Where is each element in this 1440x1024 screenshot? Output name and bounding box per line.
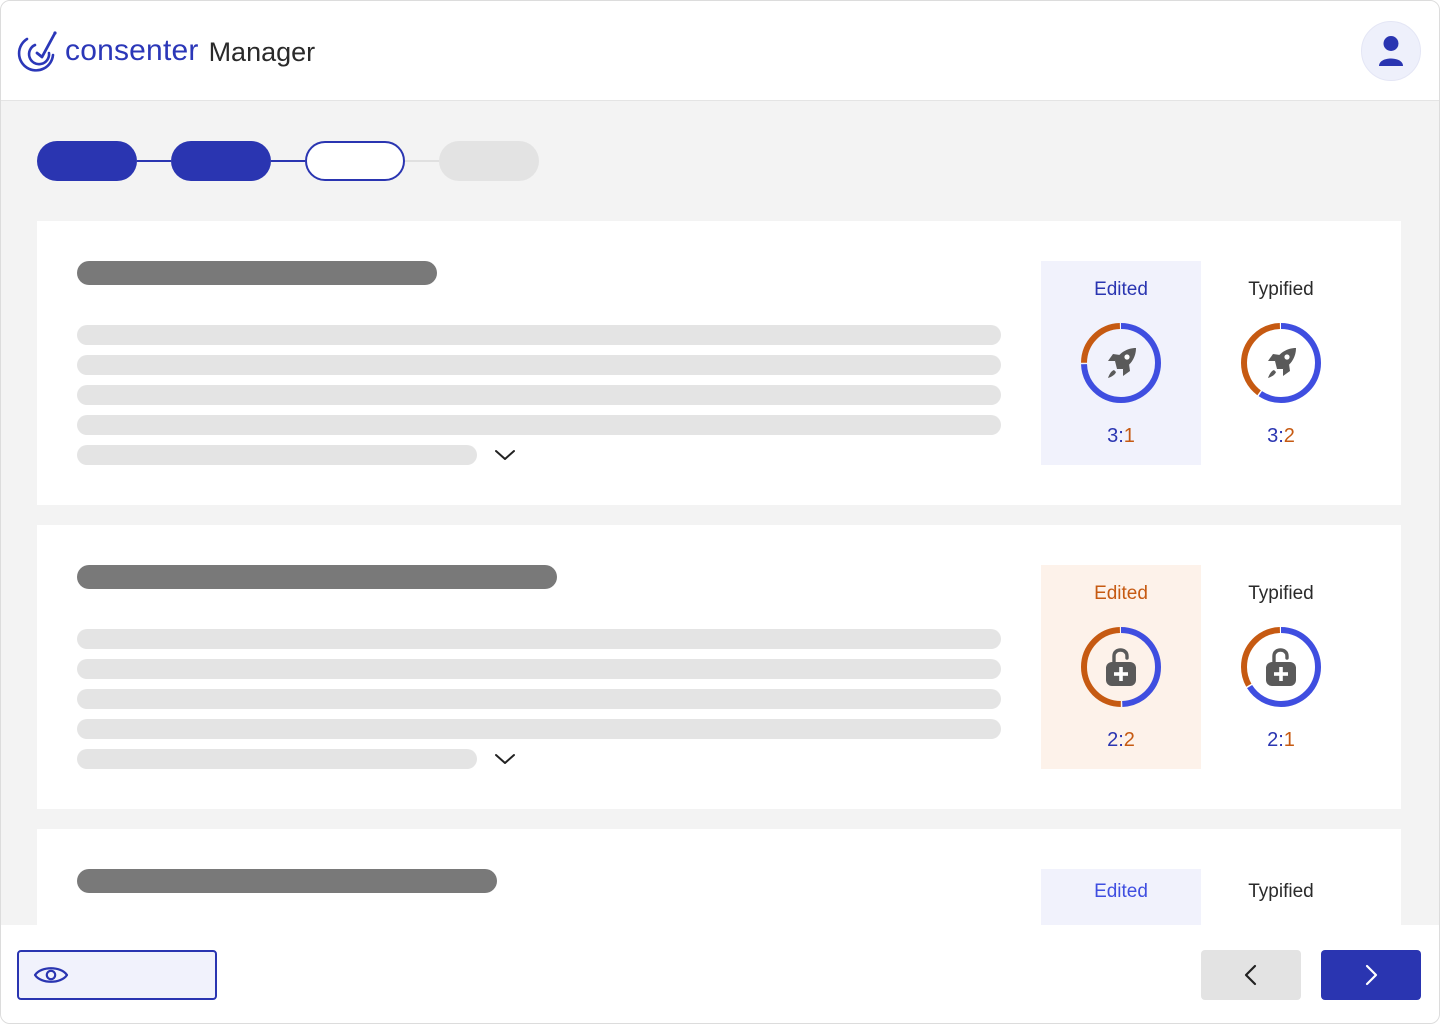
- logo-mark-icon: [17, 31, 57, 72]
- consent-card: Edited 2:2 Typified 2:1: [37, 525, 1401, 809]
- metric-edited: Edited 3:1: [1041, 261, 1201, 465]
- step-1[interactable]: [37, 141, 137, 181]
- previous-button[interactable]: [1201, 950, 1301, 1000]
- chevron-down-icon[interactable]: [493, 443, 517, 467]
- unlock-plus-icon: [1081, 627, 1161, 707]
- text-line-placeholder: [77, 355, 1001, 375]
- step-connector: [137, 160, 171, 162]
- card-title-placeholder: [77, 565, 557, 589]
- metric-label: Edited: [1094, 881, 1148, 902]
- metric-label: Edited: [1094, 583, 1148, 604]
- consent-card: Edited 3:1 Typified 3:2: [37, 221, 1401, 505]
- text-line-placeholder: [77, 749, 477, 769]
- text-line-placeholder: [77, 719, 1001, 739]
- metric-ratio: 3:1: [1107, 425, 1135, 447]
- card-title-placeholder: [77, 869, 497, 893]
- logo: consenter Manager: [15, 27, 315, 75]
- text-line-placeholder: [77, 415, 1001, 435]
- user-account-button[interactable]: [1361, 21, 1421, 81]
- metric-label: Edited: [1094, 279, 1148, 300]
- rocket-icon: [1241, 323, 1321, 403]
- step-4: [439, 141, 539, 181]
- eye-icon: [33, 967, 69, 983]
- step-2[interactable]: [171, 141, 271, 181]
- metric-edited: Edited 2:2: [1041, 565, 1201, 769]
- text-line-placeholder: [77, 385, 1001, 405]
- step-3-current[interactable]: [305, 141, 405, 181]
- preview-button[interactable]: [17, 950, 217, 1000]
- progress-stepper: [37, 141, 547, 181]
- metric-ratio: 3:2: [1267, 425, 1295, 447]
- step-connector: [405, 160, 439, 162]
- text-line-placeholder: [77, 325, 1001, 345]
- bottom-action-bar: [1, 925, 1439, 1023]
- top-header: consenter Manager: [1, 1, 1439, 101]
- metric-label: Typified: [1248, 583, 1314, 604]
- app-window: consenter Manager Edited 3:1 Typified 3:…: [0, 0, 1440, 1024]
- metric-label: Typified: [1248, 279, 1314, 300]
- chevron-right-icon: [1365, 964, 1378, 986]
- chevron-down-icon[interactable]: [493, 747, 517, 771]
- chevron-left-icon: [1244, 964, 1257, 986]
- next-button[interactable]: [1321, 950, 1421, 1000]
- unlock-plus-icon: [1241, 627, 1321, 707]
- text-line-placeholder: [77, 659, 1001, 679]
- step-connector: [271, 160, 305, 162]
- metric-ratio: 2:1: [1267, 729, 1295, 751]
- brand-name: consenter: [65, 34, 199, 67]
- text-line-placeholder: [77, 445, 477, 465]
- metric-typified: Typified 2:1: [1201, 565, 1361, 769]
- metric-typified: Typified 3:2: [1201, 261, 1361, 465]
- user-icon: [1379, 36, 1403, 66]
- metric-label: Typified: [1248, 881, 1314, 902]
- rocket-icon: [1081, 323, 1161, 403]
- card-title-placeholder: [77, 261, 437, 285]
- text-line-placeholder: [77, 629, 1001, 649]
- product-name: Manager: [208, 37, 316, 67]
- metric-ratio: 2:2: [1107, 729, 1135, 751]
- text-line-placeholder: [77, 689, 1001, 709]
